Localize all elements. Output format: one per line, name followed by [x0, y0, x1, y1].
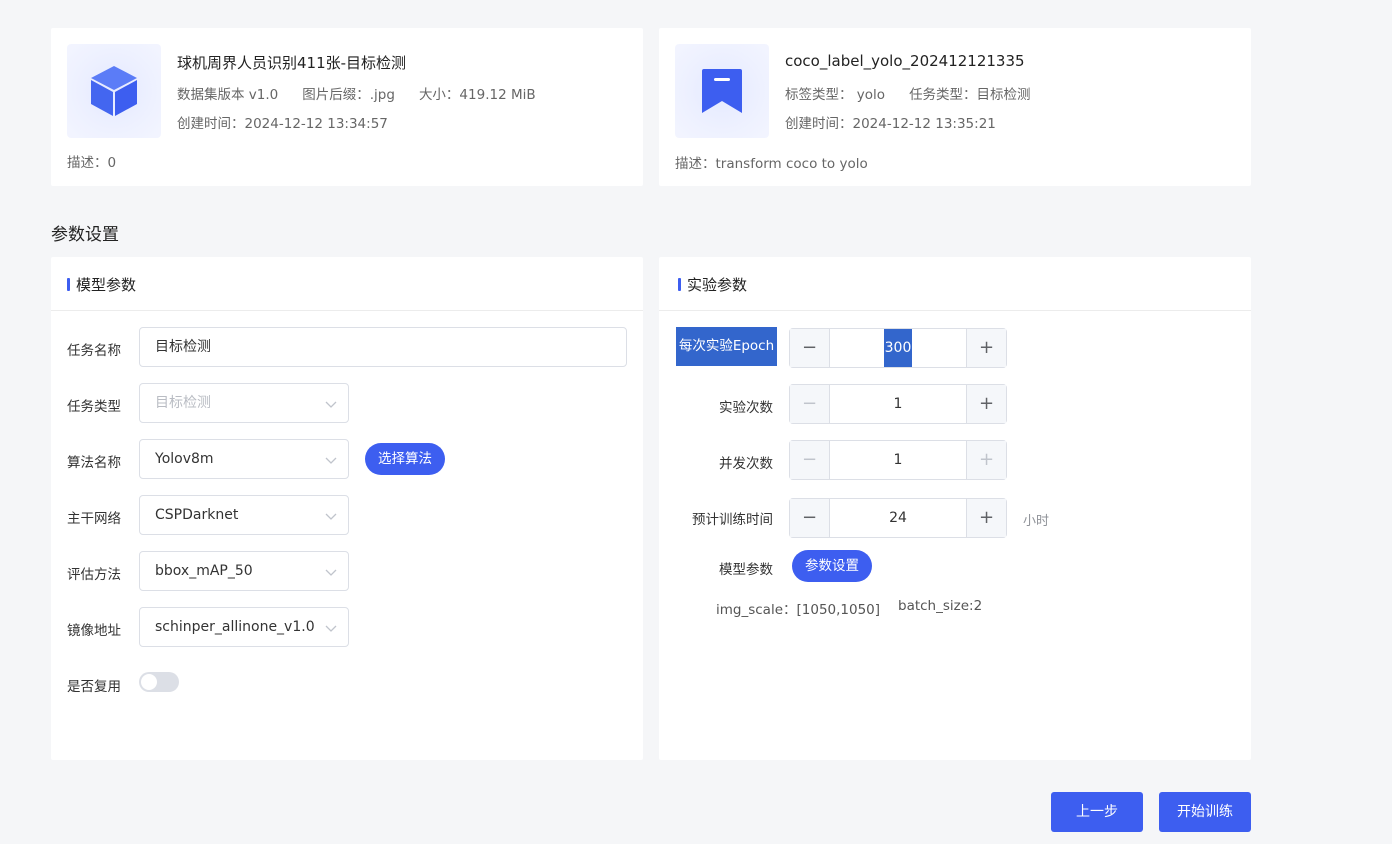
- algorithm-select[interactable]: Yolov8m: [139, 439, 349, 479]
- dataset-version: 数据集版本 v1.0: [177, 87, 279, 103]
- concurrency-label: 并发次数: [719, 456, 773, 472]
- eval-select[interactable]: bbox_mAP_50: [139, 551, 349, 591]
- label-set-desc: 描述：transform coco to yolo: [675, 156, 868, 172]
- model-params-label: 模型参数: [719, 562, 773, 578]
- task-name-label: 任务名称: [67, 343, 121, 359]
- panel-header: 实验参数: [659, 257, 1251, 311]
- dataset-suffix: 图片后缀：.jpg: [302, 87, 395, 103]
- title-accent-bar: [678, 278, 681, 291]
- concurrency-increment-button[interactable]: +: [966, 441, 1006, 479]
- runs-decrement-button[interactable]: −: [790, 385, 830, 423]
- chevron-down-icon: [325, 401, 337, 408]
- label-task-type: 任务类型：目标检测: [909, 87, 1031, 103]
- chevron-down-icon: [325, 457, 337, 464]
- backbone-value: CSPDarknet: [155, 507, 239, 523]
- panel-title: 实验参数: [687, 276, 748, 294]
- panel-title: 模型参数: [76, 276, 137, 294]
- prev-step-button[interactable]: 上一步: [1051, 792, 1143, 832]
- epoch-stepper[interactable]: − 300 +: [789, 328, 1007, 368]
- epoch-input[interactable]: 300: [830, 329, 966, 367]
- dataset-created: 创建时间：2024-12-12 13:34:57: [177, 116, 388, 132]
- experiment-params-panel: 实验参数 每次实验Epoch − 300 + 实验次数 − 1 + 并发次数 −…: [659, 257, 1251, 760]
- dataset-meta: 数据集版本 v1.0 图片后缀：.jpg 大小：419.12 MiB: [177, 83, 560, 103]
- cube-icon: [91, 66, 137, 116]
- label-set-meta: 标签类型： yolo 任务类型：目标检测: [785, 83, 1055, 103]
- dataset-thumbnail: [67, 44, 161, 138]
- backbone-select[interactable]: CSPDarknet: [139, 495, 349, 535]
- chevron-down-icon: [325, 625, 337, 632]
- select-algorithm-button[interactable]: 选择算法: [365, 443, 445, 475]
- reuse-toggle[interactable]: [139, 672, 179, 692]
- label-set-created: 创建时间：2024-12-12 13:35:21: [785, 116, 996, 132]
- train-time-input[interactable]: 24: [830, 499, 966, 537]
- section-title: 参数设置: [51, 225, 119, 245]
- epoch-value: 300: [883, 329, 913, 367]
- image-select[interactable]: schinper_allinone_v1.0: [139, 607, 349, 647]
- concurrency-input[interactable]: 1: [830, 441, 966, 479]
- task-type-value: 目标检测: [155, 395, 211, 411]
- param-settings-button[interactable]: 参数设置: [792, 550, 872, 582]
- panel-header: 模型参数: [51, 257, 643, 311]
- epoch-decrement-button[interactable]: −: [790, 329, 830, 367]
- algorithm-label: 算法名称: [67, 455, 121, 471]
- batch-size-text: batch_size:2: [898, 598, 983, 614]
- chevron-down-icon: [325, 513, 337, 520]
- label-set-thumbnail: [675, 44, 769, 138]
- task-type-label: 任务类型: [67, 399, 121, 415]
- model-params-panel: 模型参数 任务名称 目标检测 任务类型 目标检测 算法名称 Yolov8m 选择…: [51, 257, 643, 760]
- train-time-stepper[interactable]: − 24 +: [789, 498, 1007, 538]
- train-time-decrement-button[interactable]: −: [790, 499, 830, 537]
- concurrency-stepper[interactable]: − 1 +: [789, 440, 1007, 480]
- train-time-label: 预计训练时间: [692, 512, 773, 528]
- train-time-unit: 小时: [1023, 514, 1050, 529]
- backbone-label: 主干网络: [67, 511, 121, 527]
- label-type: 标签类型： yolo: [785, 87, 886, 103]
- runs-increment-button[interactable]: +: [966, 385, 1006, 423]
- start-training-button[interactable]: 开始训练: [1159, 792, 1251, 832]
- chevron-down-icon: [325, 569, 337, 576]
- runs-stepper[interactable]: − 1 +: [789, 384, 1007, 424]
- label-set-title: coco_label_yolo_202412121335: [785, 52, 1025, 70]
- image-label: 镜像地址: [67, 623, 121, 639]
- epoch-increment-button[interactable]: +: [966, 329, 1006, 367]
- toggle-knob: [141, 674, 157, 690]
- runs-label: 实验次数: [719, 400, 773, 416]
- task-type-select: 目标检测: [139, 383, 349, 423]
- train-time-increment-button[interactable]: +: [966, 499, 1006, 537]
- dataset-desc: 描述：0: [67, 155, 117, 171]
- concurrency-decrement-button[interactable]: −: [790, 441, 830, 479]
- label-set-card: coco_label_yolo_202412121335 标签类型： yolo 任…: [659, 28, 1251, 186]
- dataset-card: 球机周界人员识别411张-目标检测 数据集版本 v1.0 图片后缀：.jpg 大小：…: [51, 28, 643, 186]
- algorithm-value: Yolov8m: [155, 451, 214, 467]
- eval-value: bbox_mAP_50: [155, 563, 253, 579]
- dataset-title: 球机周界人员识别411张-目标检测: [177, 54, 407, 72]
- reuse-label: 是否复用: [67, 679, 121, 695]
- image-value: schinper_allinone_v1.0: [155, 619, 315, 635]
- epoch-label: 每次实验Epoch: [676, 327, 777, 366]
- task-name-input[interactable]: 目标检测: [139, 327, 627, 367]
- img-scale-text: img_scale：[1050,1050]: [716, 602, 881, 618]
- eval-label: 评估方法: [67, 567, 121, 583]
- runs-input[interactable]: 1: [830, 385, 966, 423]
- title-accent-bar: [67, 278, 70, 291]
- dataset-size: 大小：419.12 MiB: [418, 87, 536, 103]
- bookmark-icon: [702, 69, 742, 113]
